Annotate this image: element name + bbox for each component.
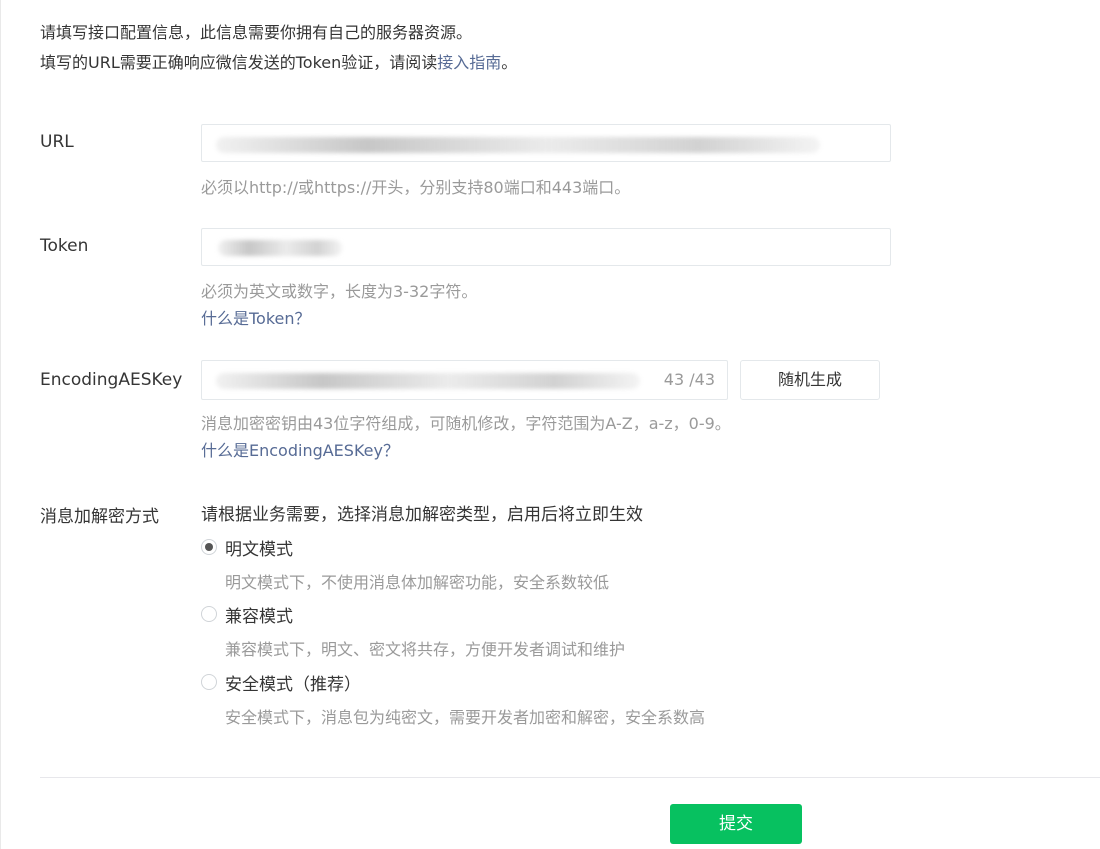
plaintext-mode-desc: 明文模式下，不使用消息体加解密功能，安全系数较低 [225, 573, 610, 592]
radio-unchecked-icon[interactable] [201, 674, 217, 690]
radio-plaintext-mode[interactable]: 明文模式 [201, 535, 293, 560]
encryption-mode-description: 请根据业务需要，选择消息加解密类型，启用后将立即生效 [201, 505, 643, 525]
intro-text: 请填写接口配置信息，此信息需要你拥有自己的服务器资源。 填写的URL需要正确响应… [40, 18, 517, 78]
aeskey-value-redacted [216, 373, 640, 389]
token-label: Token [40, 236, 89, 256]
random-generate-button[interactable]: 随机生成 [740, 360, 880, 400]
token-input[interactable] [201, 228, 891, 266]
radio-compatible-mode[interactable]: 兼容模式 [201, 602, 293, 627]
submit-button[interactable]: 提交 [670, 804, 802, 844]
radio-label-secure: 安全模式（推荐） [225, 674, 361, 695]
what-is-token-link[interactable]: 什么是Token？ [201, 305, 311, 329]
secure-mode-desc: 安全模式下，消息包为纯密文，需要开发者加密和解密，安全系数高 [225, 708, 706, 727]
radio-unchecked-icon[interactable] [201, 606, 217, 622]
aeskey-char-counter: 43 /43 [663, 370, 715, 389]
access-guide-link[interactable]: 接入指南 [437, 53, 501, 72]
radio-checked-icon[interactable] [201, 539, 217, 555]
intro-line-2: 填写的URL需要正确响应微信发送的Token验证，请阅读接入指南。 [40, 48, 517, 78]
encryption-mode-label: 消息加解密方式 [40, 507, 159, 527]
token-value-redacted [218, 240, 342, 256]
radio-label-plaintext: 明文模式 [225, 539, 293, 560]
radio-secure-mode[interactable]: 安全模式（推荐） [201, 670, 361, 695]
intro-line-2-prefix: 填写的URL需要正确响应微信发送的Token验证，请阅读 [40, 53, 438, 72]
compatible-mode-desc: 兼容模式下，明文、密文将共存，方便开发者调试和维护 [225, 640, 626, 659]
left-border [0, 0, 1, 849]
url-value-redacted [216, 137, 820, 153]
what-is-aeskey-link[interactable]: 什么是EncodingAESKey？ [201, 437, 399, 461]
token-hint: 必须为英文或数字，长度为3-32字符。 [201, 282, 478, 301]
aeskey-input[interactable]: 43 /43 [201, 360, 728, 400]
radio-label-compatible: 兼容模式 [225, 606, 293, 627]
intro-line-2-suffix: 。 [501, 53, 518, 72]
url-label: URL [40, 132, 74, 152]
aeskey-hint: 消息加密密钥由43位字符组成，可随机修改，字符范围为A-Z，a-z，0-9。 [201, 414, 731, 433]
url-hint: 必须以http://或https://开头，分别支持80端口和443端口。 [201, 178, 631, 197]
footer-divider [40, 777, 1100, 778]
url-input[interactable] [201, 124, 891, 162]
intro-line-1: 请填写接口配置信息，此信息需要你拥有自己的服务器资源。 [40, 23, 473, 42]
aeskey-label: EncodingAESKey [40, 370, 183, 390]
